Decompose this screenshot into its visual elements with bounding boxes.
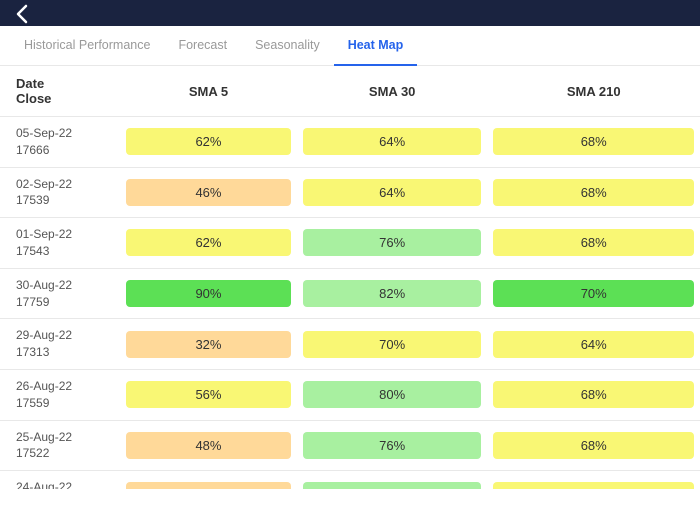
cell-sma5: 48%	[120, 420, 297, 471]
tab-seasonality[interactable]: Seasonality	[241, 26, 334, 66]
cell-sma210: 68%	[487, 471, 700, 489]
table-row: 01-Sep-221754362%76%68%	[0, 218, 700, 269]
cell-sma210: 68%	[487, 117, 700, 168]
table-row: 02-Sep-221753946%64%68%	[0, 167, 700, 218]
cell-sma210: 70%	[487, 268, 700, 319]
table-row: 26-Aug-221755956%80%68%	[0, 369, 700, 420]
cell-sma5: 62%	[120, 117, 297, 168]
cell-sma5: 32%	[120, 319, 297, 370]
cell-sma30: 64%	[297, 117, 488, 168]
table-row: 05-Sep-221766662%64%68%	[0, 117, 700, 168]
cell-sma5: 42%	[120, 471, 297, 489]
cell-date: 01-Sep-2217543	[0, 218, 120, 269]
header	[0, 0, 700, 26]
cell-date: 24-Aug-2217605	[0, 471, 120, 489]
cell-sma30: 82%	[297, 471, 488, 489]
tab-historical[interactable]: Historical Performance	[10, 26, 164, 66]
table-row: 30-Aug-221775990%82%70%	[0, 268, 700, 319]
cell-sma5: 90%	[120, 268, 297, 319]
cell-sma210: 68%	[487, 369, 700, 420]
cell-date: 29-Aug-2217313	[0, 319, 120, 370]
col-header-date: Date Close	[0, 66, 120, 117]
table-row: 25-Aug-221752248%76%68%	[0, 420, 700, 471]
cell-sma30: 70%	[297, 319, 488, 370]
cell-sma5: 56%	[120, 369, 297, 420]
cell-date: 26-Aug-2217559	[0, 369, 120, 420]
back-button[interactable]	[16, 4, 28, 24]
table-row: 29-Aug-221731332%70%64%	[0, 319, 700, 370]
cell-date: 25-Aug-2217522	[0, 420, 120, 471]
cell-date: 05-Sep-2217666	[0, 117, 120, 168]
cell-date: 30-Aug-2217759	[0, 268, 120, 319]
cell-sma210: 68%	[487, 218, 700, 269]
cell-sma210: 68%	[487, 420, 700, 471]
tab-heatmap[interactable]: Heat Map	[334, 26, 418, 66]
table-row: 24-Aug-221760542%82%68%	[0, 471, 700, 489]
cell-sma30: 76%	[297, 218, 488, 269]
cell-sma30: 64%	[297, 167, 488, 218]
cell-sma210: 64%	[487, 319, 700, 370]
cell-sma210: 68%	[487, 167, 700, 218]
cell-sma5: 62%	[120, 218, 297, 269]
col-header-sma30: SMA 30	[297, 66, 488, 117]
cell-sma30: 82%	[297, 268, 488, 319]
cell-sma30: 80%	[297, 369, 488, 420]
cell-date: 02-Sep-2217539	[0, 167, 120, 218]
col-header-sma5: SMA 5	[120, 66, 297, 117]
col-header-sma210: SMA 210	[487, 66, 700, 117]
heatmap-table-container: Date CloseSMA 5SMA 30SMA 210 05-Sep-2217…	[0, 66, 700, 489]
cell-sma30: 76%	[297, 420, 488, 471]
heatmap-table: Date CloseSMA 5SMA 30SMA 210 05-Sep-2217…	[0, 66, 700, 489]
tab-bar: Historical PerformanceForecastSeasonalit…	[0, 26, 700, 66]
tab-forecast[interactable]: Forecast	[164, 26, 241, 66]
cell-sma5: 46%	[120, 167, 297, 218]
